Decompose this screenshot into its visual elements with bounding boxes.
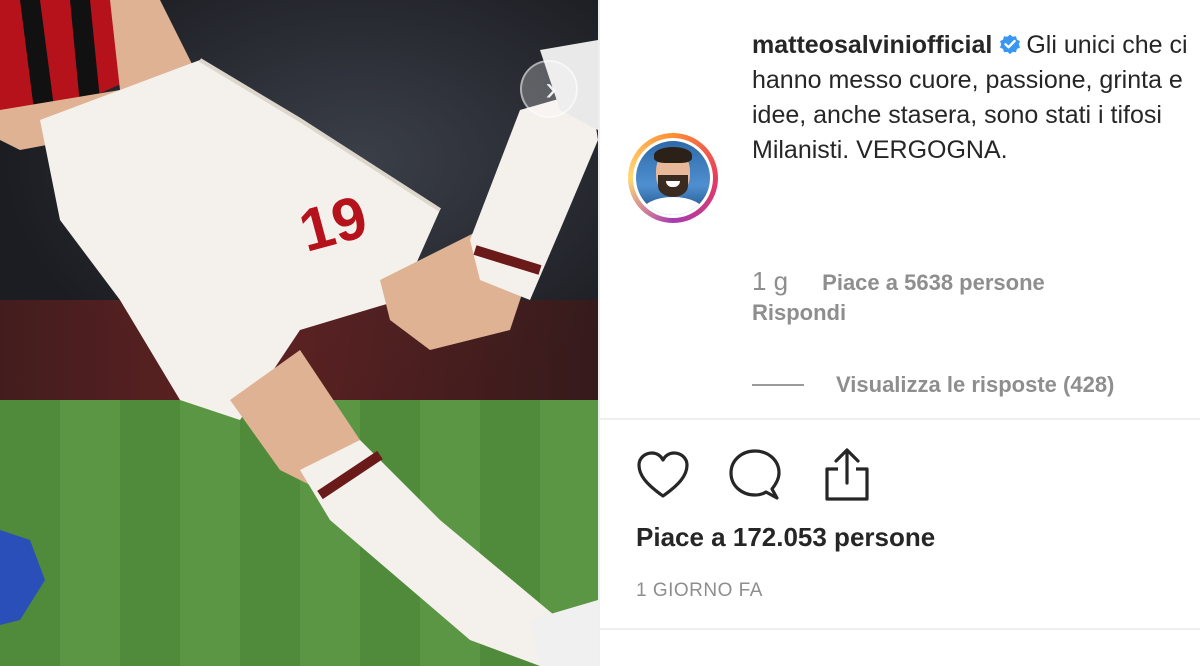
username-link[interactable]: matteosalviniofficial (752, 31, 992, 59)
comment-button[interactable] (726, 446, 784, 504)
verified-badge-icon (1000, 34, 1021, 55)
replies-line (752, 384, 804, 386)
comment-time[interactable]: 1 g (752, 266, 788, 296)
player-illustration: 19 (0, 0, 598, 666)
post-timestamp: 1 GIORNO FA (636, 580, 763, 601)
next-photo-button[interactable]: › (520, 60, 578, 118)
like-button[interactable] (634, 446, 692, 504)
action-bar (634, 446, 876, 504)
reply-button[interactable]: Rispondi (752, 300, 846, 326)
share-icon (825, 448, 869, 501)
heart-icon (637, 451, 689, 498)
view-replies-button[interactable]: Visualizza le risposte (428) (752, 372, 1114, 398)
actions-divider (600, 418, 1200, 420)
share-button[interactable] (818, 446, 876, 504)
comment-likes[interactable]: Piace a 5638 persone (822, 270, 1045, 295)
comment-meta: 1 g Piace a 5638 persone (752, 266, 1045, 297)
like-count[interactable]: Piace a 172.053 persone (636, 522, 935, 553)
caption-comment: matteosalviniofficial Gli unici che ci h… (752, 28, 1192, 168)
post-photo[interactable]: 19 › (0, 0, 598, 666)
profile-picture (636, 141, 710, 215)
avatar[interactable] (628, 133, 718, 223)
comment-bubble-icon (729, 449, 781, 500)
footer-divider (600, 628, 1200, 630)
chevron-right-icon: › (545, 70, 557, 108)
view-replies-label: Visualizza le risposte (428) (836, 372, 1115, 397)
